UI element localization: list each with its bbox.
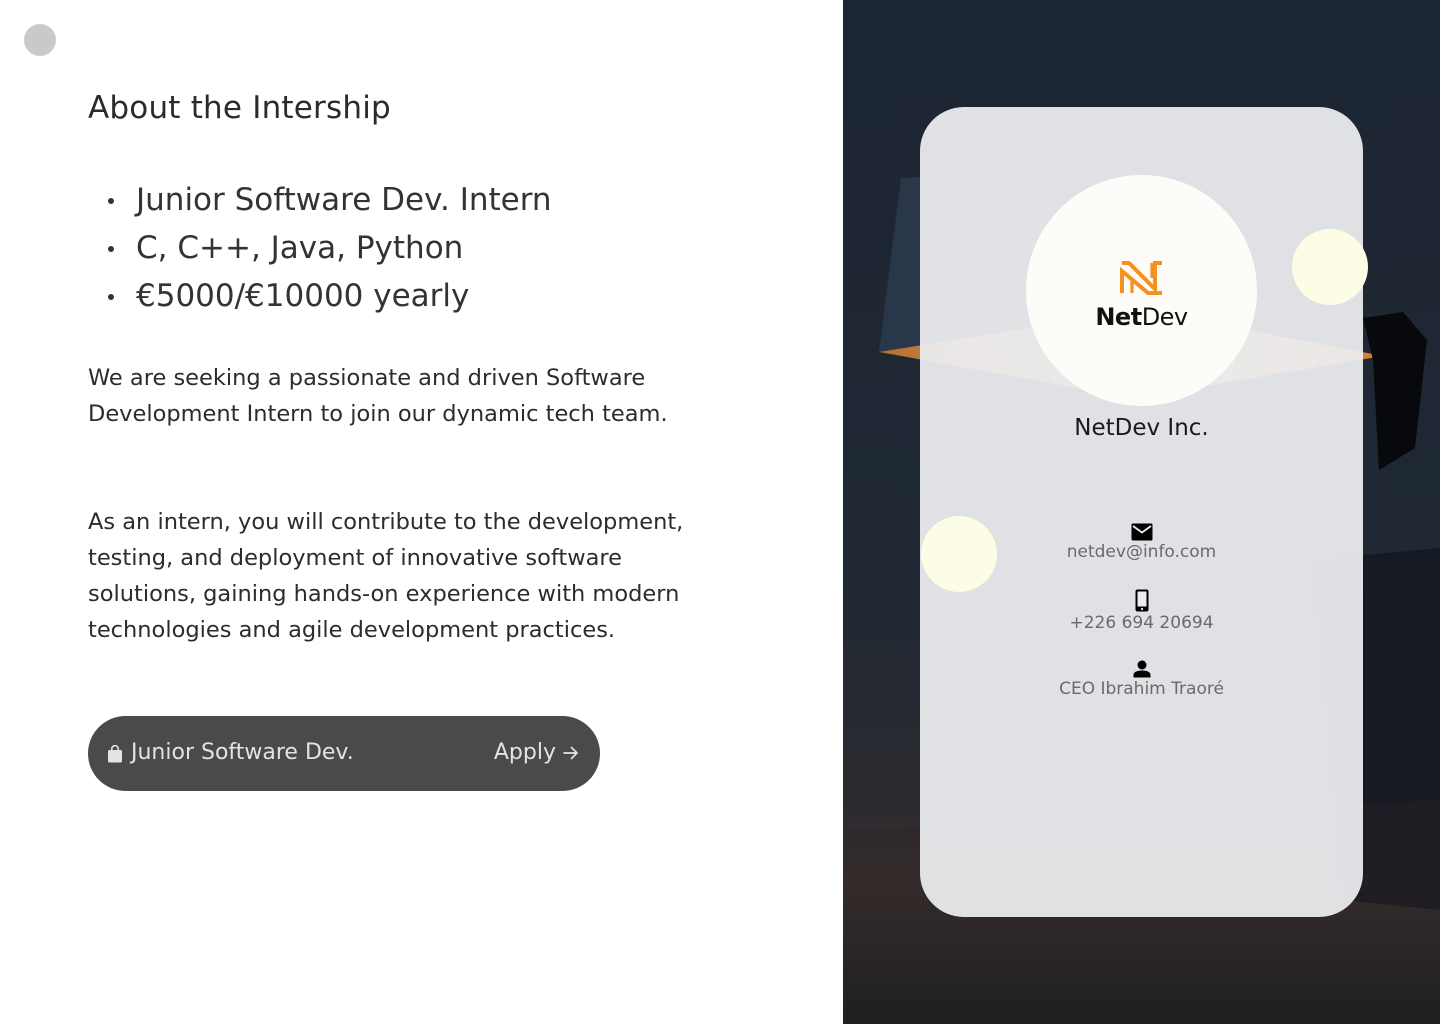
company-logo: NetDev <box>1026 175 1257 406</box>
decorative-orb <box>921 516 997 592</box>
apply-role-label: Junior Software Dev. <box>131 740 354 765</box>
person-icon <box>1133 660 1150 678</box>
company-name: NetDev Inc. <box>1074 415 1209 441</box>
mail-icon <box>1131 523 1152 541</box>
contact-phone-text: +226 694 20694 <box>1069 613 1214 633</box>
contact-phone[interactable]: +226 694 20694 <box>920 589 1363 634</box>
apply-bar[interactable]: Junior Software Dev. Apply <box>88 716 600 791</box>
apply-label: Apply <box>493 740 556 765</box>
highlight-salary: €5000/€10000 yearly <box>108 272 552 320</box>
shopping-bag-icon <box>108 745 122 763</box>
phone-icon <box>1135 589 1148 612</box>
internship-highlights-list: Junior Software Dev. Intern C, C++, Java… <box>88 176 552 320</box>
contact-ceo-text: CEO Ibrahim Traoré <box>1059 679 1224 699</box>
internship-details-panel: About the Intership Junior Software Dev.… <box>0 0 843 1024</box>
company-panel: NetDev NetDev Inc. netdev@info.com +226 … <box>843 0 1440 1024</box>
internship-page: About the Intership Junior Software Dev.… <box>0 0 1440 1024</box>
page-title: About the Intership <box>88 90 391 126</box>
contact-ceo: CEO Ibrahim Traoré <box>920 660 1363 700</box>
logo-wordmark: NetDev <box>1095 303 1188 331</box>
arrow-right-icon <box>563 746 578 760</box>
apply-button[interactable]: Apply <box>494 738 580 768</box>
company-card: NetDev NetDev Inc. netdev@info.com +226 … <box>920 107 1363 917</box>
description-paragraph: We are seeking a passionate and driven S… <box>88 365 668 427</box>
highlight-role: Junior Software Dev. Intern <box>108 176 552 224</box>
highlight-languages: C, C++, Java, Python <box>108 224 552 272</box>
decorative-orb <box>1292 229 1368 305</box>
menu-dot-button[interactable] <box>24 24 56 56</box>
description-paragraph: As an intern, you will contribute to the… <box>88 509 684 643</box>
netdev-logo-mark-icon <box>1120 261 1162 295</box>
